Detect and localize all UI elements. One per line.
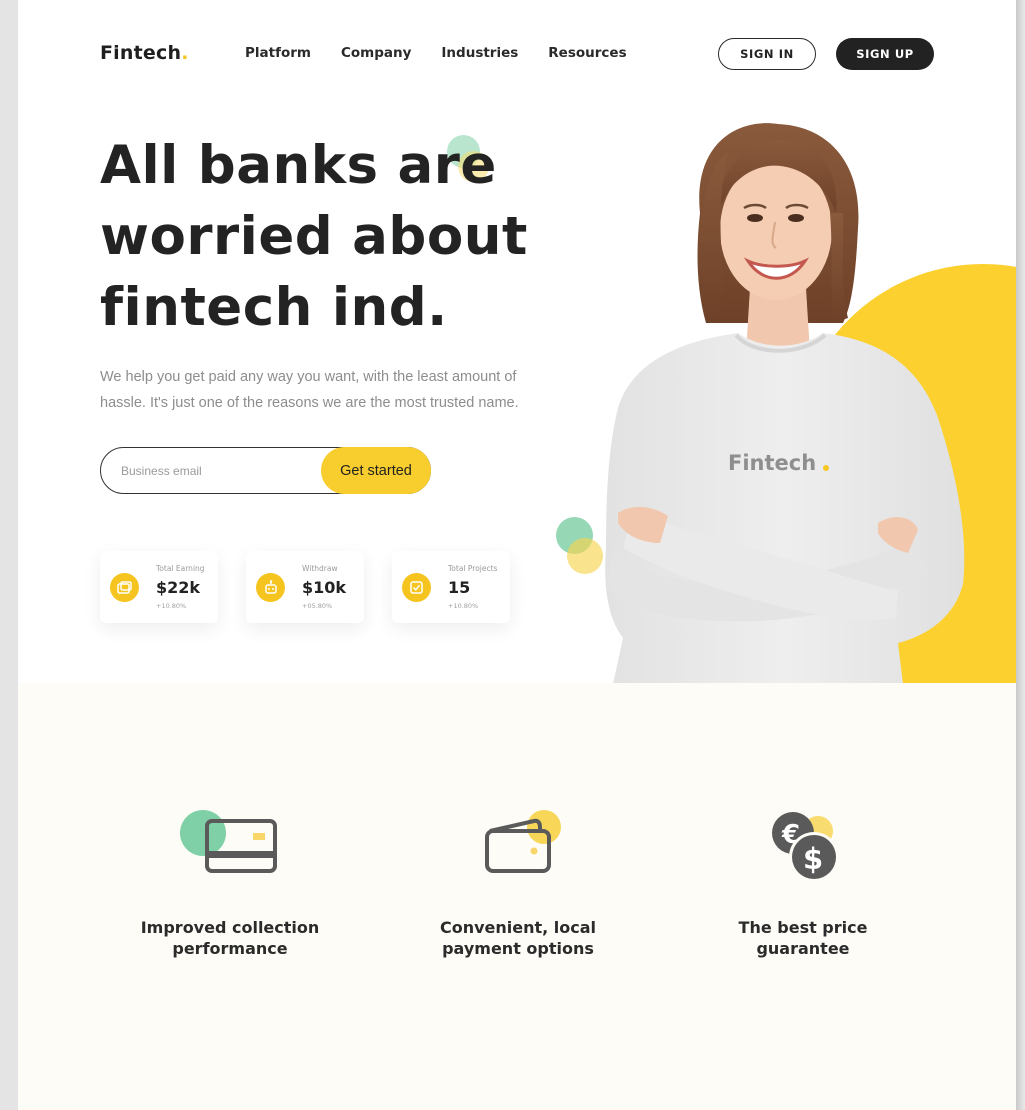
logo[interactable]: Fintech. (100, 42, 189, 64)
feature-local-payments: Convenient, local payment options (398, 803, 638, 959)
hero-subtitle-line: hassle. It's just one of the reasons we … (100, 395, 519, 411)
nav-link-platform[interactable]: Platform (245, 45, 311, 61)
nav-link-industries[interactable]: Industries (441, 45, 518, 61)
hero-subtitle: We help you get paid any way you want, w… (100, 364, 530, 416)
feature-title-line: payment options (442, 939, 594, 958)
business-email-input[interactable] (121, 460, 301, 482)
checkbox-icon (402, 573, 431, 602)
stat-change: +10.80% (448, 602, 479, 610)
stat-label: Total Projects (448, 564, 498, 573)
hero-title-line: fintech ind. (100, 277, 448, 338)
wallet-icon (110, 573, 139, 602)
feature-title-line: performance (172, 939, 288, 958)
logo-dot: . (181, 42, 189, 64)
get-started-button[interactable]: Get started (321, 447, 431, 494)
stat-label: Withdraw (302, 564, 338, 573)
wallet-icon (468, 803, 568, 873)
hero-title-line: worried about (100, 206, 528, 267)
stat-value: $22k (156, 578, 201, 597)
hero-person-image: Fintech (605, 123, 965, 684)
credit-card-icon (180, 803, 280, 873)
feature-title-line: guarantee (756, 939, 850, 958)
feature-title-line: Improved collection (140, 918, 320, 937)
shirt-logo-text: Fintech (728, 451, 816, 475)
feature-title-line: The best price (738, 918, 868, 937)
stat-value: 15 (448, 578, 471, 597)
hero-title-line: All banks are (100, 135, 497, 196)
robot-icon (256, 573, 285, 602)
window-edge-shadow (1016, 0, 1025, 1110)
email-signup-form: Get started (100, 447, 431, 494)
stat-card-total-projects: Total Projects 15 +10.80% (392, 551, 510, 623)
logo-text: Fintech (100, 42, 182, 64)
stat-label: Total Earning (156, 564, 205, 573)
stat-change: +10.80% (156, 602, 187, 610)
stat-card-withdraw: Withdraw $10k +05.80% (246, 551, 364, 623)
feature-best-price: € $ The best price guarantee (683, 803, 923, 959)
feature-improved-collection: Improved collection performance (110, 803, 350, 959)
stat-value: $10k (302, 578, 347, 597)
stat-card-total-earning: Total Earning $22k +10.80% (100, 551, 218, 623)
currency-coins-icon: € $ (753, 803, 853, 882)
nav-link-resources[interactable]: Resources (548, 45, 626, 61)
landing-page: Fintech. Platform Company Industries Res… (18, 0, 1016, 1110)
feature-title: The best price guarantee (683, 917, 923, 959)
features-section: Improved collection performance Convenie… (18, 683, 1016, 1110)
stat-change: +05.80% (302, 602, 333, 610)
feature-title-line: Convenient, local (439, 918, 597, 937)
main-nav: Platform Company Industries Resources (245, 45, 627, 61)
feature-title: Improved collection performance (110, 917, 350, 959)
svg-text:$: $ (803, 842, 823, 876)
hero-subtitle-line: We help you get paid any way you want, w… (100, 369, 517, 385)
decorative-circle-yellow (567, 538, 603, 574)
nav-link-company[interactable]: Company (341, 45, 411, 61)
sign-up-button[interactable]: SIGN UP (836, 38, 934, 70)
feature-title: Convenient, local payment options (398, 917, 638, 959)
sign-in-button[interactable]: SIGN IN (718, 38, 816, 70)
hero-title: All banks are worried about fintech ind. (100, 130, 560, 343)
